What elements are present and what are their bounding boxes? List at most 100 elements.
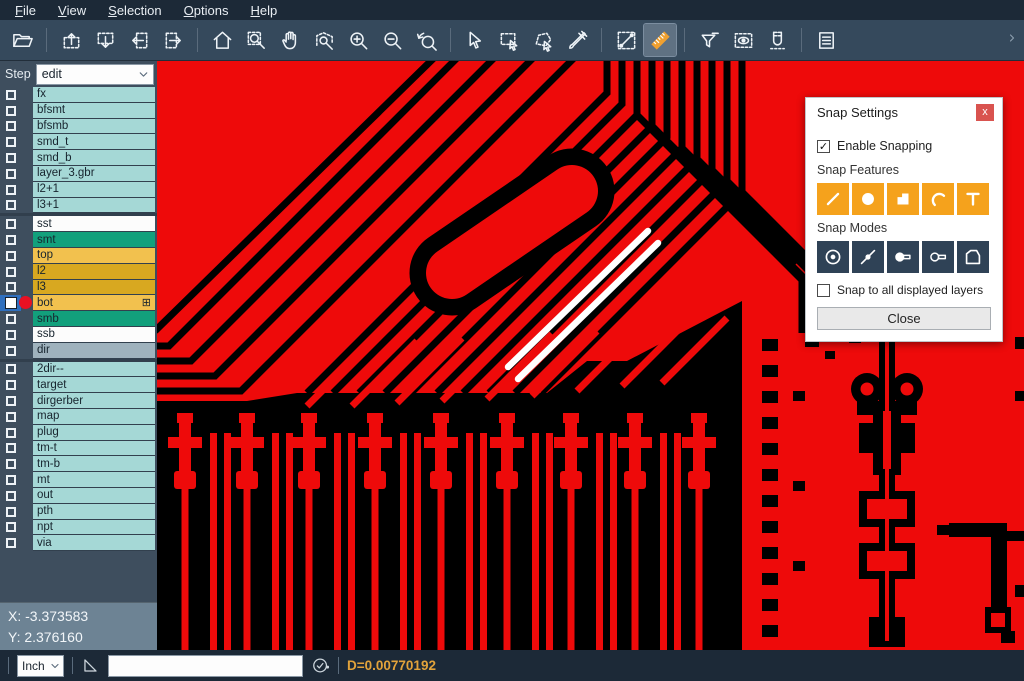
layer-visibility-checkbox[interactable]: [0, 166, 21, 182]
layer-visibility-checkbox[interactable]: [0, 311, 21, 327]
zoom-polygon-button[interactable]: [308, 24, 340, 56]
layer-visibility-checkbox[interactable]: [0, 409, 21, 425]
snap-dialog-titlebar[interactable]: Snap Settings x: [806, 98, 1002, 126]
snap-mode-pad-outline[interactable]: [922, 241, 954, 273]
layer-visibility-checkbox[interactable]: [0, 198, 21, 214]
layer-name-smt[interactable]: smt: [33, 232, 155, 248]
layer-visibility-checkbox[interactable]: [0, 280, 21, 296]
select-rectangle-button[interactable]: [493, 24, 525, 56]
layer-visibility-checkbox[interactable]: [0, 87, 21, 103]
layer-visibility-checkbox[interactable]: [0, 295, 21, 311]
layer-visibility-checkbox[interactable]: [0, 264, 21, 280]
layer-name-out[interactable]: out: [33, 488, 155, 504]
menu-item-options[interactable]: Options: [173, 0, 240, 20]
zoom-window-button[interactable]: [240, 24, 272, 56]
layer-visibility-checkbox[interactable]: [0, 362, 21, 378]
zoom-in-button[interactable]: [342, 24, 374, 56]
import-down-button[interactable]: [89, 24, 121, 56]
layer-name-l3+1[interactable]: l3+1: [33, 198, 155, 214]
layer-name-bfsmt[interactable]: bfsmt: [33, 103, 155, 119]
layer-name-dirgerber[interactable]: dirgerber: [33, 393, 155, 409]
pan-button[interactable]: [274, 24, 306, 56]
snap-mode-pad-solid[interactable]: [887, 241, 919, 273]
layer-visibility-checkbox[interactable]: [0, 182, 21, 198]
layer-name-smd_b[interactable]: smd_b: [33, 150, 155, 166]
close-icon[interactable]: x: [976, 104, 994, 121]
layer-visibility-checkbox[interactable]: [0, 103, 21, 119]
grid-icon[interactable]: ⊞: [142, 296, 151, 309]
layer-name-plug[interactable]: plug: [33, 425, 155, 441]
menu-item-selection[interactable]: Selection: [97, 0, 172, 20]
snap-mode-center[interactable]: [817, 241, 849, 273]
open-file-button[interactable]: [6, 24, 38, 56]
apply-check-icon[interactable]: [311, 656, 330, 675]
layer-visibility-checkbox[interactable]: [0, 393, 21, 409]
layer-name-map[interactable]: map: [33, 409, 155, 425]
measure-line-button[interactable]: [610, 24, 642, 56]
layer-name-top[interactable]: top: [33, 248, 155, 264]
display-options-button[interactable]: [727, 24, 759, 56]
layer-name-layer_3.gbr[interactable]: layer_3.gbr: [33, 166, 155, 182]
angle-mode-icon[interactable]: [81, 656, 100, 675]
menu-item-view[interactable]: View: [47, 0, 97, 20]
select-polygon-button[interactable]: [527, 24, 559, 56]
layer-visibility-checkbox[interactable]: [0, 327, 21, 343]
layer-visibility-checkbox[interactable]: [0, 216, 21, 232]
zoom-previous-button[interactable]: [410, 24, 442, 56]
layer-name-pth[interactable]: pth: [33, 504, 155, 520]
snap-mode-contour[interactable]: [957, 241, 989, 273]
snap-feature-text[interactable]: [957, 183, 989, 215]
layer-visibility-checkbox[interactable]: [0, 535, 21, 551]
layer-name-sst[interactable]: sst: [33, 216, 155, 232]
menu-item-file[interactable]: File: [4, 0, 47, 20]
layer-name-l3[interactable]: l3: [33, 280, 155, 296]
snap-button[interactable]: [761, 24, 793, 56]
import-right-button[interactable]: [157, 24, 189, 56]
layer-name-l2+1[interactable]: l2+1: [33, 182, 155, 198]
layer-visibility-checkbox[interactable]: [0, 150, 21, 166]
snap-feature-arc[interactable]: [922, 183, 954, 215]
layer-visibility-checkbox[interactable]: [0, 119, 21, 135]
home-view-button[interactable]: [206, 24, 238, 56]
layer-visibility-checkbox[interactable]: [0, 456, 21, 472]
brush-button[interactable]: [561, 24, 593, 56]
layer-visibility-checkbox[interactable]: [0, 472, 21, 488]
snap-mode-midpoint[interactable]: [852, 241, 884, 273]
snap-feature-circle[interactable]: [852, 183, 884, 215]
menu-item-help[interactable]: Help: [239, 0, 288, 20]
layer-visibility-checkbox[interactable]: [0, 343, 21, 359]
chevron-down-icon[interactable]: [49, 660, 63, 672]
import-up-button[interactable]: [55, 24, 87, 56]
toolbar-overflow-chevron[interactable]: [1006, 31, 1018, 49]
layer-name-target[interactable]: target: [33, 377, 155, 393]
layer-visibility-checkbox[interactable]: [0, 488, 21, 504]
enable-snapping-checkbox[interactable]: ✓: [817, 140, 830, 153]
snap-dialog-close-button[interactable]: Close: [817, 307, 991, 330]
filter-button[interactable]: [693, 24, 725, 56]
layer-visibility-checkbox[interactable]: [0, 425, 21, 441]
layer-visibility-checkbox[interactable]: [0, 504, 21, 520]
layer-visibility-checkbox[interactable]: [0, 232, 21, 248]
select-button[interactable]: [459, 24, 491, 56]
layer-name-mt[interactable]: mt: [33, 472, 155, 488]
zoom-out-button[interactable]: [376, 24, 408, 56]
layer-name-l2[interactable]: l2: [33, 264, 155, 280]
command-input[interactable]: [108, 655, 303, 677]
layer-name-via[interactable]: via: [33, 535, 155, 551]
import-left-button[interactable]: [123, 24, 155, 56]
layer-visibility-checkbox[interactable]: [0, 248, 21, 264]
layer-name-tm-b[interactable]: tm-b: [33, 456, 155, 472]
snap-feature-line[interactable]: [817, 183, 849, 215]
unit-dropdown[interactable]: Inch: [17, 655, 64, 677]
step-dropdown[interactable]: edit: [36, 64, 154, 85]
layer-visibility-checkbox[interactable]: [0, 134, 21, 150]
layer-name-dir[interactable]: dir: [33, 343, 155, 359]
layer-name-ssb[interactable]: ssb: [33, 327, 155, 343]
chevron-down-icon[interactable]: [137, 68, 153, 81]
layer-visibility-checkbox[interactable]: [0, 377, 21, 393]
layer-name-bfsmb[interactable]: bfsmb: [33, 119, 155, 135]
layer-name-smd_t[interactable]: smd_t: [33, 134, 155, 150]
layer-name-2dir--[interactable]: 2dir--: [33, 362, 155, 378]
snap-feature-pad[interactable]: [887, 183, 919, 215]
layer-name-smb[interactable]: smb: [33, 311, 155, 327]
